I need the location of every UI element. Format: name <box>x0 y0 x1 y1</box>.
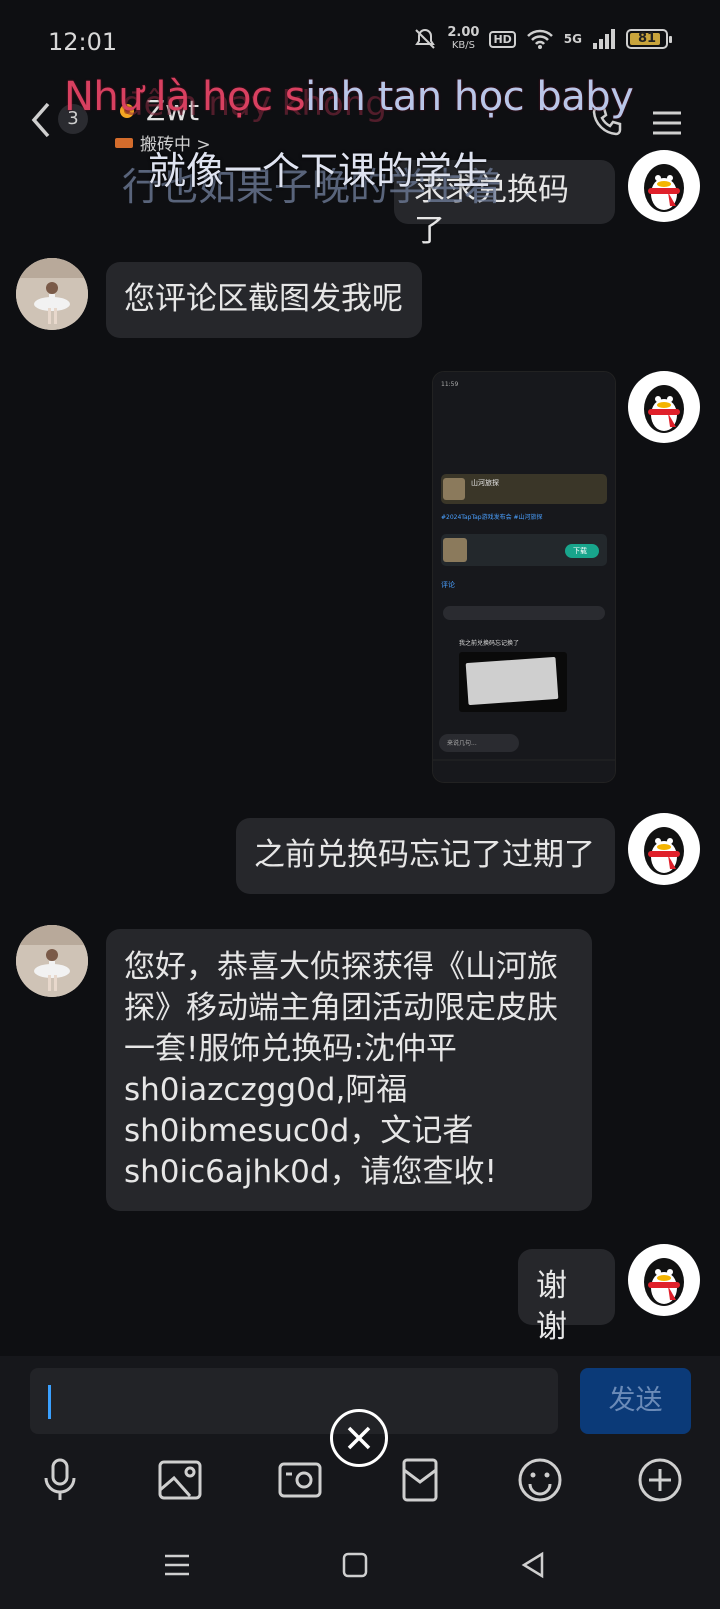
home-icon[interactable] <box>340 1550 370 1580</box>
svg-text:11:59: 11:59 <box>441 381 458 388</box>
network-type: 5G <box>563 32 582 46</box>
menu-nav-icon[interactable] <box>162 1550 192 1580</box>
screenshot-title: 山河旅探 <box>471 479 499 487</box>
avatar-self[interactable] <box>628 1244 700 1316</box>
menu-icon[interactable] <box>650 108 684 138</box>
message-bubble-received[interactable]: 您评论区截图发我呢 <box>106 262 422 338</box>
screenshot-hashtag: #2024TapTap游戏发布会 #山河旅探 <box>441 514 543 521</box>
screenshot-comment: 我之前兑换码忘记换了 <box>459 640 520 647</box>
avatar-contact[interactable] <box>16 925 88 997</box>
penguin-icon <box>644 385 684 433</box>
subtitle-line: 就像一个下课的学生 <box>148 149 491 193</box>
network-speed: 2.00 KB/S <box>447 25 480 51</box>
plus-icon[interactable] <box>636 1456 684 1504</box>
message-line: sh0ic6ajhk0d，请您查收! <box>124 1154 497 1190</box>
subtitle-line: Như là học sinh tan học baby <box>64 74 634 120</box>
screenshot-tab: 评论 <box>441 581 455 589</box>
avatar-self[interactable] <box>628 150 700 222</box>
battery-icon: 81 <box>626 29 672 49</box>
avatar-self[interactable] <box>628 371 700 443</box>
close-icon <box>347 1426 371 1450</box>
text-caret <box>48 1385 51 1419</box>
avatar-contact[interactable] <box>16 258 88 330</box>
screenshot-content: 11:59 <box>433 372 615 782</box>
hd-icon: HD <box>489 30 516 48</box>
message-line: sh0ibmesuc0d，文记者 <box>124 1113 474 1149</box>
chevron-left-icon <box>31 102 50 138</box>
ballet-dancer-icon <box>16 925 88 997</box>
message-line: sh0iazczgg0d,阿福 <box>124 1072 408 1108</box>
message-line: 一套!服饰兑换码:沈仲平 <box>124 1031 457 1067</box>
message-line: 探》移动端主角团活动限定皮肤 <box>124 990 558 1026</box>
battery-level: 81 <box>637 31 657 46</box>
microphone-icon[interactable] <box>36 1456 84 1504</box>
message-bubble-received[interactable]: 您好，恭喜大侦探获得《山河旅 探》移动端主角团活动限定皮肤 一套!服饰兑换码:沈… <box>106 929 592 1211</box>
red-packet-icon[interactable] <box>396 1456 444 1504</box>
emoji-icon[interactable] <box>516 1456 564 1504</box>
penguin-icon <box>644 1258 684 1306</box>
camera-icon[interactable] <box>276 1456 324 1504</box>
back-nav-icon[interactable] <box>518 1550 548 1580</box>
screenshot-image[interactable]: 11:59 山河旅探 #2024TapTap游戏发布会 #山河旅探 下载 评论 … <box>432 371 616 783</box>
status-time: 12:01 <box>48 28 118 56</box>
navigation-bar <box>0 1520 720 1609</box>
mute-icon <box>415 28 436 49</box>
message-line: 您好，恭喜大侦探获得《山河旅 <box>124 949 558 985</box>
avatar-self[interactable] <box>628 813 700 885</box>
back-button[interactable] <box>28 100 54 150</box>
brick-icon <box>115 138 133 148</box>
status-icons: 2.00 KB/S HD 5G 81 <box>413 25 672 52</box>
close-button[interactable] <box>330 1409 388 1467</box>
message-input[interactable] <box>30 1368 558 1434</box>
ballet-dancer-icon <box>16 258 88 330</box>
send-button[interactable]: 发送 <box>580 1368 691 1434</box>
message-bubble-sent[interactable]: 谢谢 <box>518 1249 615 1345</box>
wifi-icon <box>526 29 553 49</box>
signal-icon <box>593 29 615 49</box>
image-icon[interactable] <box>156 1456 204 1504</box>
penguin-icon <box>644 827 684 875</box>
screenshot-input: 来说几句... <box>447 740 477 747</box>
message-bubble-sent[interactable]: 之前兑换码忘记了过期了 <box>236 818 615 894</box>
status-bar: 12:01 2.00 KB/S HD 5G 81 <box>0 0 720 84</box>
penguin-icon <box>644 164 684 212</box>
screenshot-download: 下载 <box>573 547 587 555</box>
